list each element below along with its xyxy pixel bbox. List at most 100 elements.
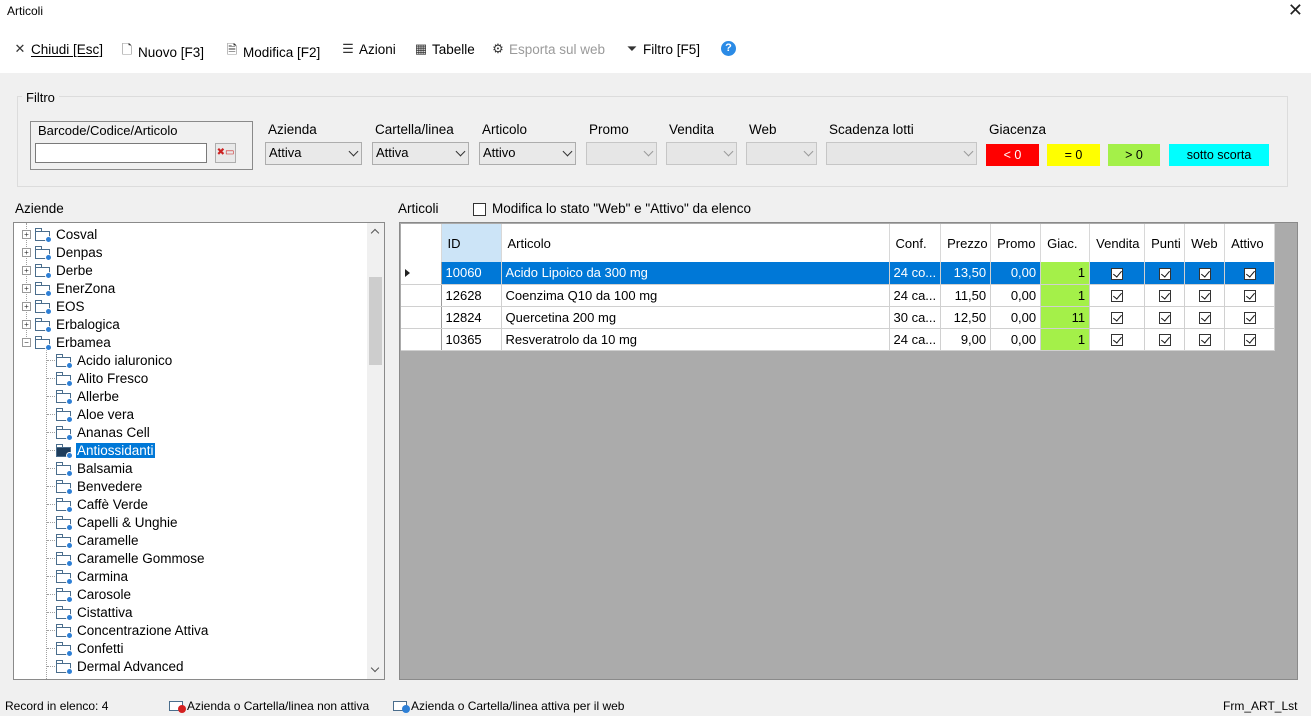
cell-vendita[interactable] xyxy=(1089,284,1146,307)
edit-button[interactable]: 🗎 Modifica [F2] xyxy=(225,41,321,63)
col-header-promo[interactable]: Promo xyxy=(990,224,1042,262)
cell-conf[interactable]: 24 ca... xyxy=(889,284,942,307)
tree-item-acido-ialuronico[interactable]: Acido ialuronico xyxy=(56,351,173,369)
tree-item-balsamia[interactable]: Balsamia xyxy=(56,459,134,477)
barcode-input[interactable] xyxy=(35,143,207,163)
tree-item-denpas[interactable]: + Denpas xyxy=(22,243,104,261)
tree-item-capelli-unghie[interactable]: Capelli & Unghie xyxy=(56,513,179,531)
export-web-button[interactable]: ⚙ Esporta sul web xyxy=(491,41,605,57)
tree-item-cosval[interactable]: + Cosval xyxy=(22,225,98,243)
cell-prezzo[interactable]: 12,50 xyxy=(940,306,992,329)
tree-item-carmina[interactable]: Carmina xyxy=(56,567,129,585)
edit-state-checkbox[interactable] xyxy=(473,203,486,216)
expand-icon[interactable]: + xyxy=(22,301,31,311)
cell-web[interactable] xyxy=(1184,284,1226,307)
checkbox-checked[interactable] xyxy=(1158,267,1171,280)
cell-id[interactable]: 12824 xyxy=(441,306,502,329)
tree-item-alito-fresco[interactable]: Alito Fresco xyxy=(56,369,149,387)
checkbox-checked[interactable] xyxy=(1111,334,1124,347)
checkbox-checked[interactable] xyxy=(1111,267,1124,280)
checkbox-checked[interactable] xyxy=(1198,267,1211,280)
checkbox-checked[interactable] xyxy=(1198,290,1211,303)
cell-prezzo[interactable]: 11,50 xyxy=(940,284,992,307)
cell-articolo[interactable]: Coenzima Q10 da 100 mg xyxy=(501,284,890,307)
tree-item-eos[interactable]: + EOS xyxy=(22,297,86,315)
expand-icon[interactable]: + xyxy=(22,265,31,275)
col-header-giac[interactable]: Giac. xyxy=(1040,224,1091,262)
checkbox-checked[interactable] xyxy=(1158,312,1171,325)
cell-punti[interactable] xyxy=(1144,284,1186,307)
tree-item-caramelle[interactable]: Caramelle xyxy=(56,531,140,549)
cell-attivo[interactable] xyxy=(1224,328,1276,351)
tree-item-derbe[interactable]: + Derbe xyxy=(22,261,94,279)
tree-item-aloe-vera[interactable]: Aloe vera xyxy=(56,405,135,423)
col-header-conf[interactable]: Conf. xyxy=(889,224,942,262)
cell-punti[interactable] xyxy=(1144,262,1186,285)
cell-promo[interactable]: 0,00 xyxy=(990,284,1042,307)
promo-select[interactable] xyxy=(586,142,657,165)
col-header-punti[interactable]: Punti xyxy=(1144,224,1186,262)
cell-id[interactable]: 10365 xyxy=(441,328,502,351)
new-button[interactable]: 🗋 Nuovo [F3] xyxy=(120,41,204,63)
giacenza-zero-button[interactable]: = 0 xyxy=(1047,144,1100,166)
row-indicator[interactable] xyxy=(401,284,442,307)
tree-item-ananas-cell[interactable]: Ananas Cell xyxy=(56,423,151,441)
tree-scrollbar[interactable] xyxy=(367,223,384,679)
close-button[interactable]: ✕ Chiudi [Esc] xyxy=(13,41,103,57)
cell-web[interactable] xyxy=(1184,328,1226,351)
tree-item-cistattiva[interactable]: Cistattiva xyxy=(56,603,134,621)
giacenza-sotto-scorta-button[interactable]: sotto scorta xyxy=(1169,144,1269,166)
col-header-id[interactable]: ID xyxy=(441,224,502,262)
scroll-down-icon[interactable] xyxy=(370,663,380,673)
tree-item-antiossidanti[interactable]: Antiossidanti xyxy=(56,441,156,459)
tree-item-allerbe[interactable]: Allerbe xyxy=(56,387,120,405)
cell-articolo[interactable]: Resveratrolo da 10 mg xyxy=(501,328,890,351)
cell-giac[interactable]: 1 xyxy=(1040,262,1091,285)
cell-promo[interactable]: 0,00 xyxy=(990,328,1042,351)
cell-web[interactable] xyxy=(1184,306,1226,329)
help-button[interactable]: ? xyxy=(721,41,736,56)
giacenza-negative-button[interactable]: < 0 xyxy=(986,144,1039,166)
articolo-select[interactable]: Attivo xyxy=(479,142,576,165)
tables-button[interactable]: ▦ Tabelle xyxy=(414,41,475,57)
checkbox-checked[interactable] xyxy=(1243,312,1256,325)
tree-item-caramelle-gommose[interactable]: Caramelle Gommose xyxy=(56,549,206,567)
table-row[interactable]: 10365 Resveratrolo da 10 mg 24 ca... 9,00 0,… xyxy=(401,328,1276,351)
row-indicator[interactable] xyxy=(401,306,442,329)
cell-articolo[interactable]: Acido Lipoico da 300 mg xyxy=(501,262,890,285)
actions-button[interactable]: ☰ Azioni xyxy=(341,41,396,57)
cell-punti[interactable] xyxy=(1144,306,1186,329)
cell-vendita[interactable] xyxy=(1089,306,1146,329)
table-row[interactable]: 12824 Quercetina 200 mg 30 ca... 12,50 0,00 1… xyxy=(401,306,1276,329)
cell-giac[interactable]: 1 xyxy=(1040,284,1091,307)
tree-item-carosole[interactable]: Carosole xyxy=(56,585,132,603)
checkbox-checked[interactable] xyxy=(1158,334,1171,347)
checkbox-checked[interactable] xyxy=(1111,290,1124,303)
col-header-vendita[interactable]: Vendita xyxy=(1089,224,1146,262)
checkbox-checked[interactable] xyxy=(1111,312,1124,325)
cell-conf[interactable]: 30 ca... xyxy=(889,306,942,329)
cell-prezzo[interactable]: 13,50 xyxy=(940,262,992,285)
cell-conf[interactable]: 24 ca... xyxy=(889,328,942,351)
checkbox-checked[interactable] xyxy=(1243,267,1256,280)
tree-item-benvedere[interactable]: Benvedere xyxy=(56,477,143,495)
cell-giac[interactable]: 11 xyxy=(1040,306,1091,329)
cell-conf[interactable]: 24 co... xyxy=(889,262,942,285)
cell-vendita[interactable] xyxy=(1089,328,1146,351)
clear-barcode-button[interactable]: ✖▭ xyxy=(215,143,236,163)
cell-vendita[interactable] xyxy=(1089,262,1146,285)
tree-item-caff-verde[interactable]: Caffè Verde xyxy=(56,495,149,513)
tree-item-erbalogica[interactable]: + Erbalogica xyxy=(22,315,121,333)
cell-articolo[interactable]: Quercetina 200 mg xyxy=(501,306,890,329)
row-indicator[interactable] xyxy=(401,328,442,351)
checkbox-checked[interactable] xyxy=(1243,290,1256,303)
expand-icon[interactable]: + xyxy=(22,319,31,329)
vendita-select[interactable] xyxy=(666,142,737,165)
cell-web[interactable] xyxy=(1184,262,1226,285)
col-header-articolo[interactable]: Articolo xyxy=(501,224,890,262)
cell-attivo[interactable] xyxy=(1224,284,1276,307)
tree-item-erbamea[interactable]: − Erbamea xyxy=(22,333,112,351)
tree-item-dermal-advanced[interactable]: Dermal Advanced xyxy=(56,657,185,675)
checkbox-checked[interactable] xyxy=(1243,334,1256,347)
cell-giac[interactable]: 1 xyxy=(1040,328,1091,351)
